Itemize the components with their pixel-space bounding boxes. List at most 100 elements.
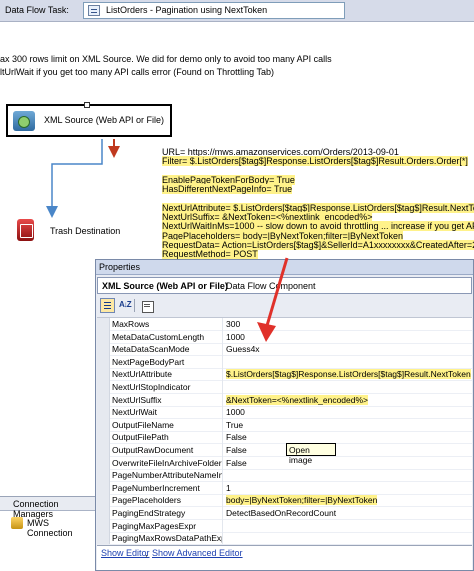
property-value[interactable]: True [226, 420, 243, 430]
property-row[interactable]: MetaDataScanMode Guess4x [110, 343, 472, 357]
alphabetical-icon[interactable]: A↓Z [117, 298, 132, 313]
property-name: OutputFileName [112, 419, 174, 430]
property-value[interactable]: 300 [226, 319, 240, 329]
column-split [222, 481, 223, 495]
column-split [222, 368, 223, 382]
column-split [222, 444, 223, 457]
connection-icon [11, 517, 23, 529]
column-split [222, 318, 223, 331]
property-row[interactable]: PagingMaxRowsDataPathExpr [110, 532, 472, 544]
property-name: PageNumberIncrement [112, 482, 200, 493]
property-row[interactable]: PageNumberIncrement 1 [110, 481, 472, 495]
property-name: PageNumberAttributeNameInL [112, 470, 222, 481]
property-row[interactable]: NextUrlSuffix &NextToken=<%nextlink_encod… [110, 393, 472, 407]
property-name: OverwriteFileInArchiveFolder [112, 457, 222, 468]
property-name: NextUrlSuffix [112, 394, 162, 405]
property-name: OutputRawDocument [112, 445, 194, 455]
column-split [222, 519, 223, 533]
object-name: XML Source (Web API or File) [102, 281, 228, 291]
property-pages-icon[interactable] [139, 298, 154, 313]
column-split [222, 456, 223, 470]
column-split [222, 393, 223, 407]
property-grid[interactable]: MaxRows 300 MetaDataCustomLength 1000 MetaDa… [97, 317, 472, 544]
task-selector[interactable]: ListOrders - Pagination using NextToken [83, 2, 345, 19]
properties-commands: Show Editor , Show Advanced Editor [97, 546, 472, 570]
property-name: MaxRows [112, 319, 150, 329]
link-separator: , [145, 548, 148, 558]
data-flow-task-bar: Data Flow Task: ListOrders - Pagination … [0, 0, 474, 22]
column-split [222, 330, 223, 344]
property-row[interactable]: PagingMaxPagesExpr [110, 519, 472, 533]
property-value[interactable]: 1000 [226, 332, 245, 342]
source-property-line: HasDifferentNextPageInfo= True [162, 184, 293, 195]
xml-source-icon [13, 111, 35, 131]
column-split [222, 406, 223, 420]
properties-title: Properties [99, 262, 141, 272]
column-split [222, 418, 223, 432]
toolbar-separator [134, 299, 135, 312]
property-value[interactable]: False [226, 445, 247, 455]
column-split [222, 469, 223, 483]
column-split [222, 532, 223, 544]
property-name: NextUrlWait [112, 407, 158, 418]
tooltip-text: Open image [289, 445, 313, 465]
categorized-icon[interactable] [100, 298, 115, 313]
data-flow-task-icon [88, 5, 100, 16]
source-property-line: RequestMethod= POST [162, 249, 258, 260]
show-editor-link[interactable]: Show Editor [101, 548, 150, 558]
property-name: NextUrlStopIndicator [112, 382, 191, 392]
connection-label: MWS Connection [27, 518, 73, 538]
column-split [222, 381, 223, 394]
property-row[interactable]: NextUrlAttribute $.ListOrders[$tag$]Respo… [110, 368, 472, 382]
properties-window: Properties XML Source (Web API or File) … [95, 259, 474, 571]
xml-source-label: XML Source (Web API or File) [44, 115, 165, 125]
property-row[interactable]: OutputFileName True [110, 418, 472, 432]
trash-destination-icon [17, 219, 34, 241]
task-label: Data Flow Task: [5, 5, 69, 15]
trash-destination-label: Trash Destination [50, 226, 121, 236]
property-name: PagePlaceholders [112, 495, 181, 506]
property-value[interactable]: Guess4x [226, 344, 260, 354]
property-row[interactable]: MaxRows 300 [110, 318, 472, 331]
property-row[interactable]: NextPageBodyPart [110, 355, 472, 369]
show-advanced-editor-link[interactable]: Show Advanced Editor [152, 548, 243, 558]
property-value[interactable]: &NextToken=<%nextlink_encoded%> [226, 394, 368, 405]
property-value[interactable]: DetectBasedOnRecordCount [226, 508, 336, 518]
property-row[interactable]: PageNumberAttributeNameInL [110, 469, 472, 483]
property-value[interactable]: 1 [226, 483, 231, 493]
object-type: Data Flow Component [226, 281, 316, 291]
task-selector-value: ListOrders - Pagination using NextToken [106, 5, 268, 15]
connection-managers-title: Connection Managers [13, 499, 59, 519]
column-split [222, 355, 223, 369]
tooltip: Open image [286, 443, 336, 465]
trash-destination-component[interactable]: Trash Destination [14, 217, 134, 247]
properties-toolbar: A↓Z [97, 296, 472, 316]
input-port [84, 102, 90, 108]
property-row[interactable]: PagingEndStrategy DetectBasedOnRecordCoun… [110, 507, 472, 520]
property-row[interactable]: PagePlaceholders body=|ByNextToken;filter… [110, 494, 472, 508]
property-value[interactable]: $.ListOrders[$tag$]Response.ListOrders[$… [226, 369, 471, 380]
properties-title-bar[interactable]: Properties [96, 260, 473, 275]
column-split [222, 494, 223, 508]
column-split [222, 343, 223, 357]
property-name: PagingMaxRowsDataPathExpr [112, 533, 222, 544]
source-property-line: Filter= $.ListOrders[$tag$]Response.List… [162, 156, 468, 167]
property-row[interactable]: NextUrlWait 1000 [110, 406, 472, 420]
property-name: PagingEndStrategy [112, 508, 186, 518]
connection-item[interactable]: MWS Connection [11, 517, 97, 538]
connection-managers-tab[interactable]: Connection Managers [0, 497, 98, 519]
property-name: NextUrlAttribute [112, 369, 172, 380]
property-value[interactable]: False [226, 458, 247, 468]
property-grid-gutter [97, 318, 110, 544]
property-value[interactable]: False [226, 432, 247, 442]
property-row[interactable]: MetaDataCustomLength 1000 [110, 330, 472, 344]
property-name: MetaDataScanMode [112, 344, 190, 355]
property-value[interactable]: 1000 [226, 407, 245, 417]
object-selector[interactable]: XML Source (Web API or File) Data Flow C… [97, 277, 472, 294]
xml-source-component[interactable]: XML Source (Web API or File) [6, 102, 172, 137]
property-name: OutputFilePath [112, 432, 169, 443]
property-value[interactable]: body=|ByNextToken;filter=|ByNextToken [226, 495, 378, 506]
property-name: PagingMaxPagesExpr [112, 520, 197, 531]
property-row[interactable]: NextUrlStopIndicator [110, 381, 472, 394]
column-split [222, 507, 223, 520]
